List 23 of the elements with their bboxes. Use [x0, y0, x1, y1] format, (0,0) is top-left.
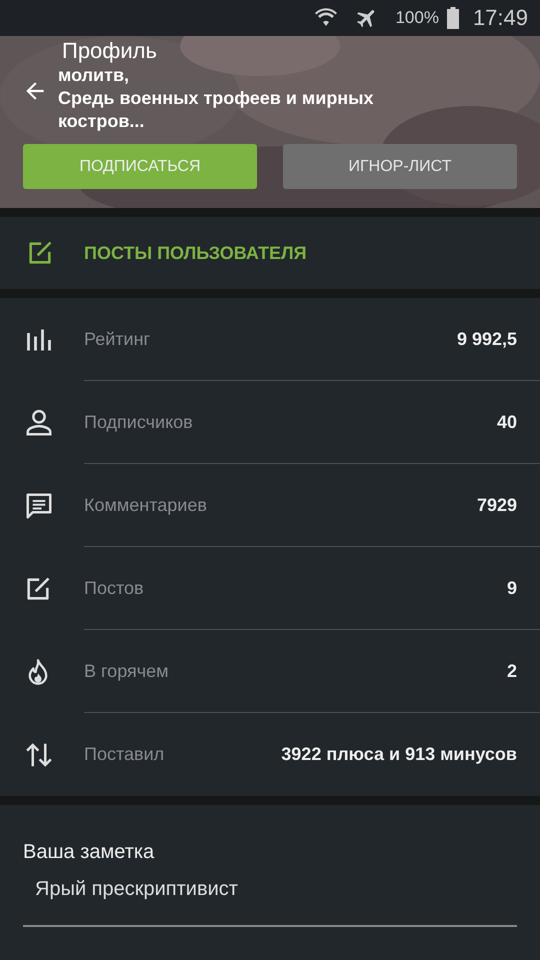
- ignore-list-button[interactable]: ИГНОР-ЛИСТ: [283, 144, 517, 189]
- person-icon: [24, 408, 54, 438]
- stat-value: 9: [506, 578, 517, 598]
- stat-label: В горячем: [84, 660, 169, 682]
- note-label: Ваша заметка: [23, 841, 156, 864]
- battery-percent: 100%: [395, 8, 439, 28]
- stat-value: 9 992,5: [456, 328, 517, 350]
- stat-value: 3922 плюса и 913 минусов: [281, 744, 517, 765]
- note-field[interactable]: Ярый прескриптивист: [23, 864, 517, 927]
- clock: 17:49: [472, 5, 528, 31]
- stat-label: Комментариев: [84, 494, 207, 516]
- stat-label: Подписчиков: [84, 412, 193, 432]
- stat-value: 2: [506, 660, 517, 682]
- comment-icon: [24, 490, 54, 520]
- stat-label: Рейтинг: [84, 328, 150, 350]
- battery-icon: [446, 7, 459, 29]
- profile-quote: молитв, Средь военных трофеев и мирных костров...: [58, 64, 374, 132]
- stat-value: 7929: [476, 494, 517, 516]
- screen-title: Профиль: [62, 39, 157, 63]
- user-posts-link[interactable]: ПОСТЫ ПОЛЬЗОВАТЕЛЯ: [0, 217, 540, 289]
- stat-label: Поставил: [84, 744, 164, 765]
- stat-label: Постов: [84, 578, 144, 598]
- stat-value: 40: [496, 412, 517, 432]
